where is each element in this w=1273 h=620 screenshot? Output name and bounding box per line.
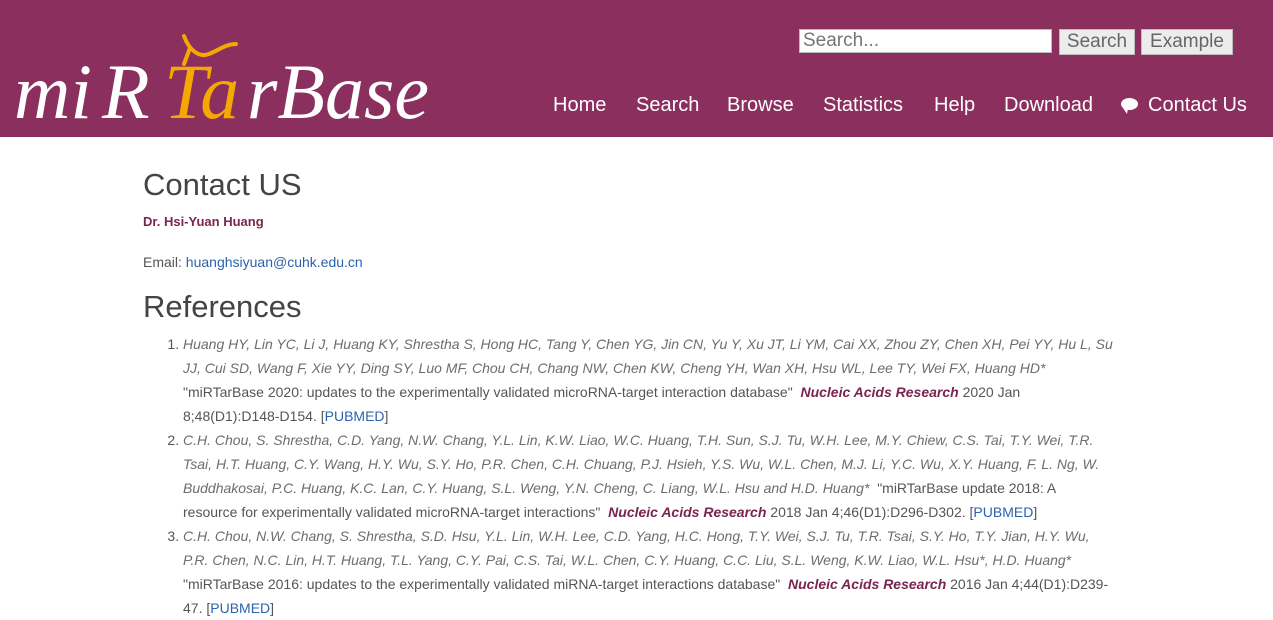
search-button[interactable]: Search [1059, 29, 1135, 55]
email-link[interactable]: huanghsiyuan@cuhk.edu.cn [186, 254, 363, 270]
pubmed-link[interactable]: PUBMED [973, 504, 1033, 520]
references-title: References [143, 289, 302, 324]
nav-contact-label: Contact Us [1148, 94, 1247, 116]
references-list: Huang HY, Lin YC, Li J, Huang KY, Shrest… [143, 332, 1113, 620]
email-label: Email: [143, 254, 182, 270]
main-nav: Home Search Browse Statistics Help Downl… [0, 92, 1273, 122]
nav-search[interactable]: Search [636, 94, 699, 117]
pubmed-link[interactable]: PUBMED [325, 408, 385, 424]
reference-item: C.H. Chou, N.W. Chang, S. Shrestha, S.D.… [183, 524, 1113, 620]
reference-citation: 2018 Jan 4;46(D1):D296-D302. [770, 504, 966, 520]
reference-authors: Huang HY, Lin YC, Li J, Huang KY, Shrest… [183, 336, 1113, 376]
contact-title: Contact US [143, 167, 302, 202]
nav-browse[interactable]: Browse [727, 94, 794, 117]
nav-help[interactable]: Help [934, 94, 975, 117]
reference-journal: Nucleic Acids Research [788, 576, 947, 592]
email-row: Email: huanghsiyuan@cuhk.edu.cn [143, 254, 363, 270]
reference-journal: Nucleic Acids Research [608, 504, 767, 520]
contact-name: Dr. Hsi-Yuan Huang [143, 214, 264, 229]
nav-statistics[interactable]: Statistics [823, 94, 903, 117]
site-header: mi R Ta rBase Search Example Home Search… [0, 0, 1273, 137]
chat-bubble-icon [1121, 98, 1138, 114]
reference-item: C.H. Chou, S. Shrestha, C.D. Yang, N.W. … [183, 428, 1113, 524]
reference-journal: Nucleic Acids Research [800, 384, 959, 400]
nav-download[interactable]: Download [1004, 94, 1093, 117]
nav-contact-us[interactable]: Contact Us [1121, 94, 1247, 117]
reference-title: "miRTarBase 2020: updates to the experim… [183, 384, 793, 400]
pubmed-link[interactable]: PUBMED [210, 600, 270, 616]
nav-home[interactable]: Home [553, 94, 606, 117]
reference-item: Huang HY, Lin YC, Li J, Huang KY, Shrest… [183, 332, 1113, 428]
reference-title: "miRTarBase 2016: updates to the experim… [183, 576, 781, 592]
example-button[interactable]: Example [1141, 29, 1233, 55]
search-input[interactable] [799, 29, 1052, 53]
reference-authors: C.H. Chou, N.W. Chang, S. Shrestha, S.D.… [183, 528, 1090, 568]
